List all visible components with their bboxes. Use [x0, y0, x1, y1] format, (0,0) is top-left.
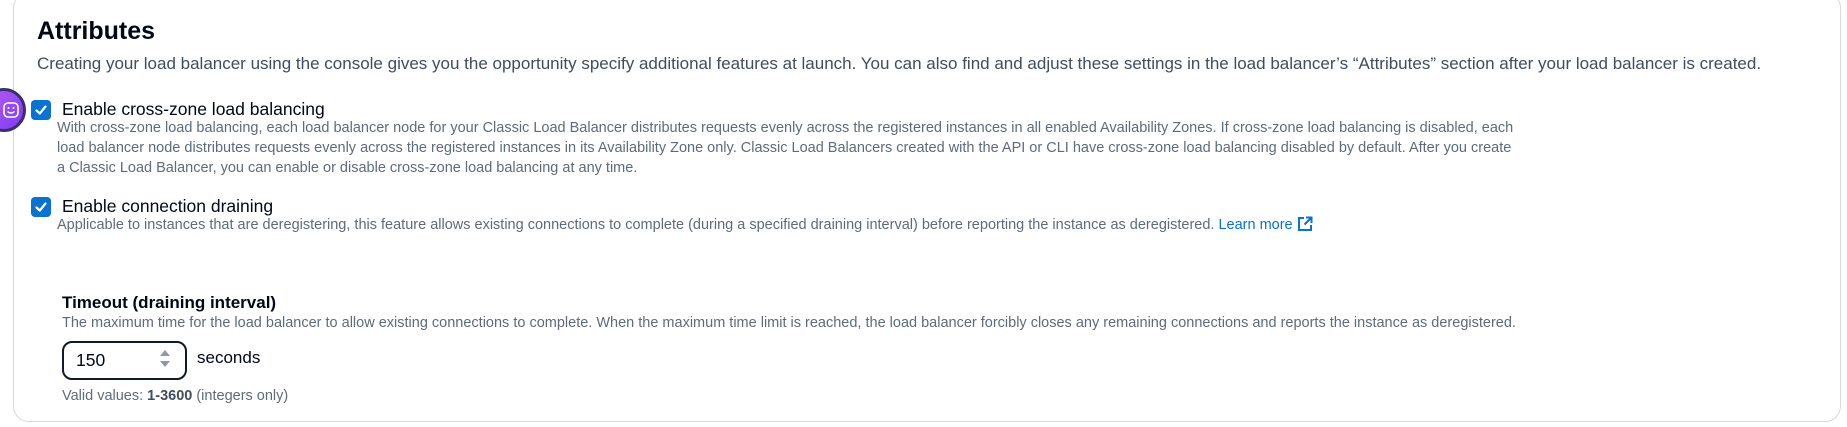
constraint-suffix: (integers only): [192, 388, 289, 404]
constraint-range: 1-3600: [147, 388, 193, 404]
connection-draining-help-line: Applicable to instances that are deregis…: [57, 215, 1817, 235]
spinner-controls[interactable]: [159, 349, 171, 368]
checkmark-icon: [35, 104, 47, 115]
learn-more-link[interactable]: Learn more: [1218, 216, 1313, 233]
timeout-stepper[interactable]: [62, 341, 187, 380]
section-description: Creating your load balancer using the co…: [37, 54, 1762, 73]
cross-zone-row: Enable cross-zone load balancing: [31, 99, 325, 120]
chevron-down-icon[interactable]: [159, 360, 171, 368]
section-title: Attributes: [37, 17, 156, 45]
learn-more-label: Learn more: [1218, 217, 1293, 233]
timeout-description: The maximum time for the load balancer t…: [62, 315, 1516, 331]
checkmark-icon: [35, 201, 47, 212]
connection-draining-help: Applicable to instances that are deregis…: [57, 217, 1215, 233]
connection-draining-checkbox[interactable]: [31, 196, 51, 217]
cross-zone-help: With cross-zone load balancing, each loa…: [57, 120, 1514, 176]
chevron-up-icon[interactable]: [159, 349, 171, 357]
constraint-prefix: Valid values:: [62, 388, 148, 404]
cross-zone-checkbox[interactable]: [31, 99, 51, 120]
connection-draining-label[interactable]: Enable connection draining: [62, 196, 273, 217]
cross-zone-label[interactable]: Enable cross-zone load balancing: [62, 99, 325, 120]
timeout-constraint: Valid values: 1-3600 (integers only): [62, 388, 288, 404]
timeout-label: Timeout (draining interval): [62, 293, 277, 312]
timeout-input[interactable]: [76, 350, 156, 371]
external-link-icon: [1297, 216, 1313, 231]
timeout-unit: seconds: [197, 348, 261, 367]
connection-draining-row: Enable connection draining: [31, 196, 273, 217]
